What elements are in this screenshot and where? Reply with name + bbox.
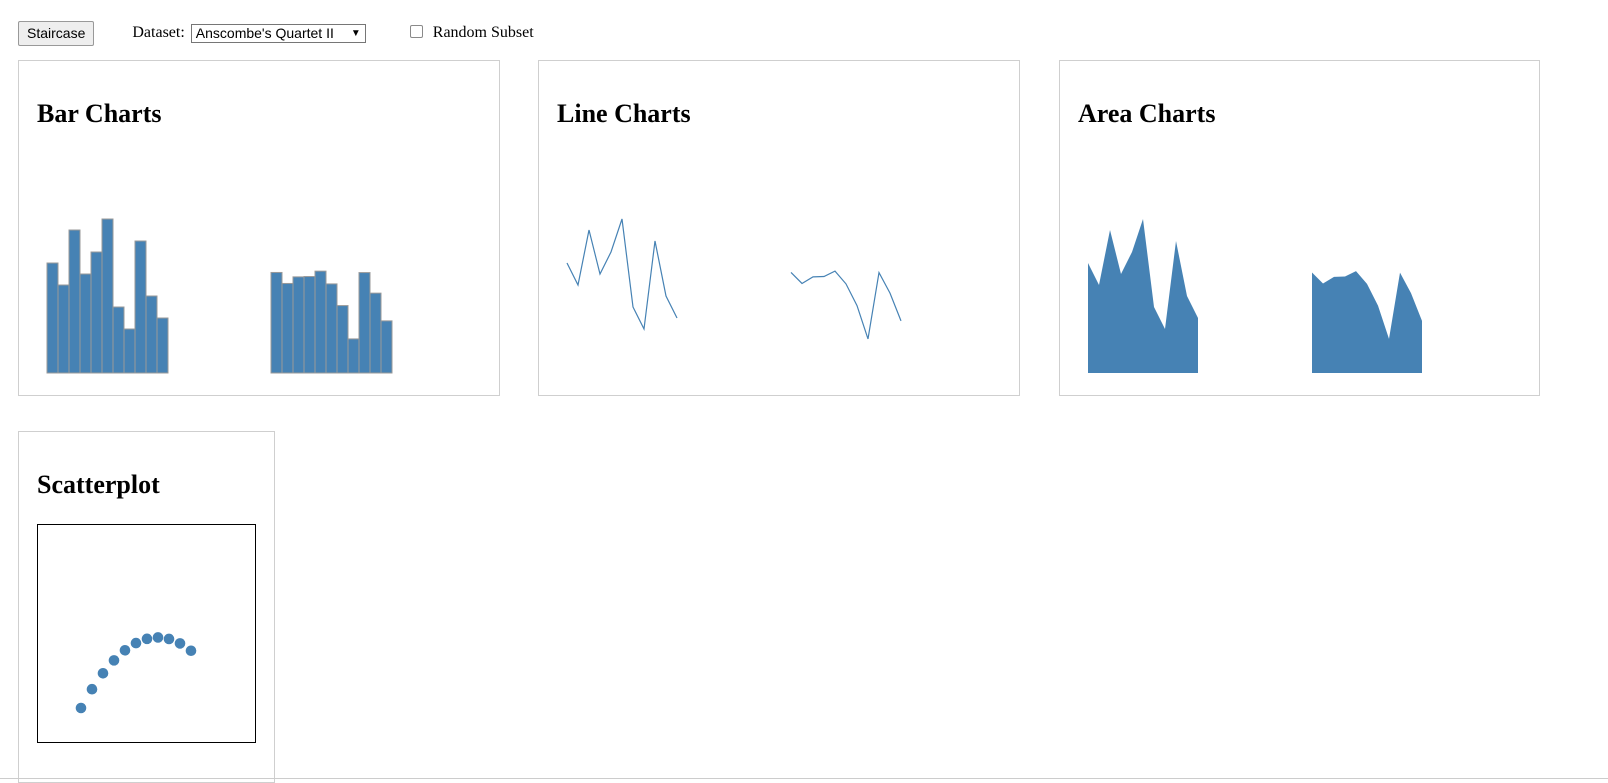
scatterplot-svg (37, 524, 256, 743)
line-charts-panel: Line Charts (538, 60, 1020, 396)
scatter-point (174, 638, 186, 649)
bar-charts-panel: Bar Charts (18, 60, 500, 396)
bar-mark (347, 338, 360, 374)
random-subset-checkbox[interactable] (409, 24, 423, 38)
area-series (1088, 219, 1198, 373)
scatter-point (86, 683, 98, 695)
random-subset-toggle: Random Subset (409, 24, 534, 42)
bar-mark (101, 218, 114, 374)
bar-mark (156, 317, 169, 374)
bar-mark (358, 272, 371, 374)
bar-mark (46, 262, 59, 374)
staircase-button[interactable]: Staircase (18, 20, 95, 46)
bar-mark (314, 270, 327, 374)
scatter-point (97, 668, 109, 679)
scatter-point (75, 702, 87, 714)
scatter-point (108, 655, 120, 666)
scatter-point (119, 644, 131, 656)
toolbar: Staircase Dataset: Anscombe's Quartet II… (18, 20, 534, 46)
area-charts-panel: Area Charts (1059, 60, 1540, 396)
chevron-down-icon: ▼ (350, 27, 361, 39)
scatter-point (130, 637, 142, 649)
scatterplot-panel: Scatterplot (18, 431, 275, 783)
line-series (790, 270, 902, 340)
dataset-selected-value: Anscombe's Quartet II (195, 25, 334, 41)
line-charts-svg (566, 218, 902, 340)
bar-mark (123, 328, 136, 374)
dataset-label: Dataset: (132, 24, 185, 41)
bar-mark (112, 306, 125, 374)
bar-mark (336, 305, 349, 374)
bar-mark (270, 271, 283, 374)
bar-mark (68, 229, 81, 374)
scatter-point (163, 633, 175, 645)
scatter-point (141, 633, 153, 645)
bar-mark (325, 283, 338, 374)
bar-charts-svg (46, 218, 393, 374)
scatter-point (152, 632, 164, 643)
random-subset-label: Random Subset (432, 24, 534, 41)
page-bottom-divider (0, 778, 1608, 779)
scatter-frame (37, 524, 256, 743)
scatter-point (185, 645, 197, 657)
bar-mark (57, 284, 70, 374)
line-series (566, 218, 678, 332)
bar-mark (380, 320, 393, 374)
bar-mark (292, 276, 305, 374)
area-charts-svg (1088, 219, 1422, 373)
bar-mark (303, 276, 316, 374)
bar-mark (134, 240, 147, 374)
bar-mark (369, 292, 382, 374)
dataset-select[interactable]: Anscombe's Quartet II ▼ (190, 23, 366, 43)
bar-mark (90, 251, 103, 374)
bar-mark (281, 282, 294, 374)
bar-mark (79, 273, 92, 374)
area-series (1312, 271, 1422, 373)
bar-mark (145, 295, 158, 374)
